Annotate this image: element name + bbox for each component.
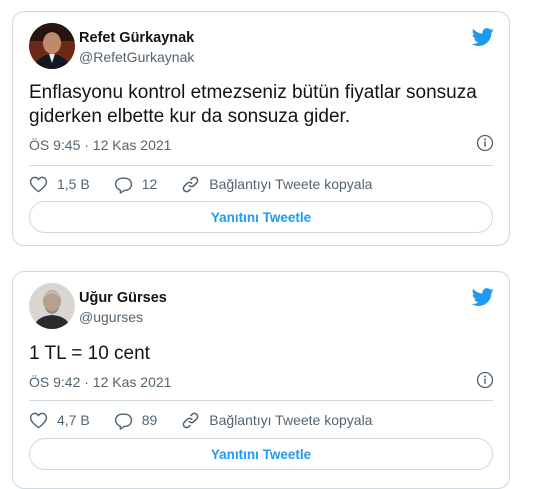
reply-icon	[114, 176, 132, 194]
like-action[interactable]: 1,5 B	[29, 175, 90, 194]
like-action[interactable]: 4,7 B	[29, 411, 90, 430]
avatar[interactable]	[29, 283, 75, 329]
reply-tweet-button[interactable]: Yanıtını Tweetle	[29, 438, 493, 470]
divider	[29, 165, 493, 166]
tweet-text: Enflasyonu kontrol etmezseniz bütün fiya…	[29, 82, 477, 127]
reply-action[interactable]: 12	[114, 175, 158, 194]
author-handle[interactable]: @ugurses	[79, 309, 143, 325]
reply-tweet-button[interactable]: Yanıtını Tweetle	[29, 201, 493, 233]
tweet-text: 1 TL = 10 cent	[29, 343, 150, 364]
heart-icon	[29, 176, 48, 192]
author-name[interactable]: Refet Gürkaynak	[79, 30, 194, 46]
reply-count: 89	[141, 412, 158, 428]
tweet-actions: 1,5 B 12 Bağlantıyı Tweete kopyala	[29, 173, 396, 195]
author-name[interactable]: Uğur Gürses	[79, 290, 167, 306]
tweet-timestamp[interactable]: ÖS 9:42 · 12 Kas 2021	[29, 374, 171, 390]
tweet-card: Uğur Gürses @ugurses 1 TL = 10 cent ÖS 9…	[12, 271, 510, 489]
avatar[interactable]	[29, 23, 75, 69]
tweet-card: Refet Gürkaynak @RefetGurkaynak Enflasyo…	[12, 11, 510, 246]
reply-icon	[114, 412, 132, 430]
like-count: 1,5 B	[57, 176, 90, 192]
copy-link-label: Bağlantıyı Tweete kopyala	[209, 412, 373, 428]
link-icon	[182, 176, 199, 192]
reply-count: 12	[141, 176, 158, 192]
info-icon[interactable]	[476, 371, 494, 389]
divider	[29, 400, 493, 401]
link-icon	[182, 412, 199, 428]
tweet-actions: 4,7 B 89 Bağlantıyı Tweete kopyala	[29, 409, 396, 431]
like-count: 4,7 B	[57, 412, 90, 428]
copy-link-action[interactable]: Bağlantıyı Tweete kopyala	[181, 411, 372, 430]
copy-link-action[interactable]: Bağlantıyı Tweete kopyala	[181, 175, 372, 194]
info-icon[interactable]	[476, 134, 494, 152]
reply-action[interactable]: 89	[114, 411, 158, 430]
twitter-bird-icon[interactable]	[472, 286, 494, 308]
author-handle[interactable]: @RefetGurkaynak	[79, 49, 194, 65]
heart-icon	[29, 412, 48, 428]
copy-link-label: Bağlantıyı Tweete kopyala	[209, 176, 373, 192]
tweet-timestamp[interactable]: ÖS 9:45 · 12 Kas 2021	[29, 137, 171, 153]
twitter-bird-icon[interactable]	[472, 26, 494, 48]
